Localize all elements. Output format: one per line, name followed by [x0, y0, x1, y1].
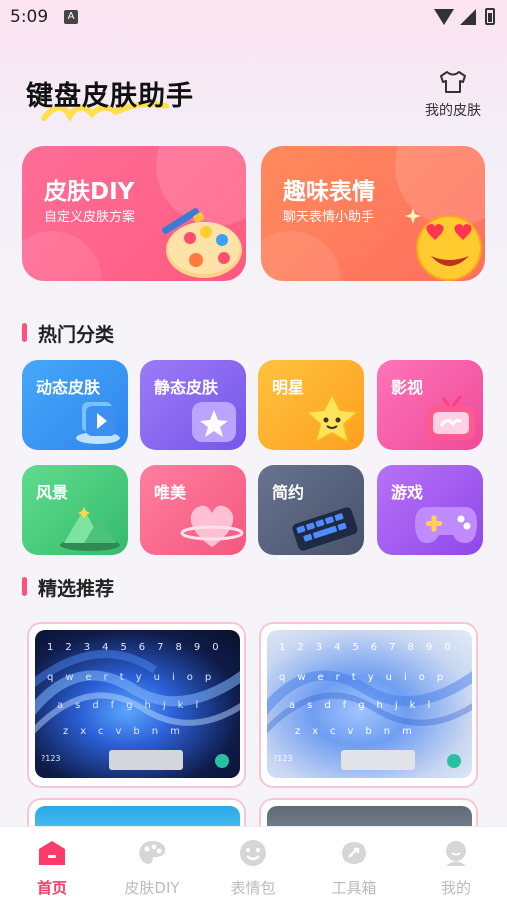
keyboard-row-letters-3: zxcvbnm [295, 726, 424, 737]
battery-icon [485, 8, 495, 25]
my-skin-label: 我的皮肤 [425, 103, 481, 119]
signal-icon [460, 9, 476, 25]
nav-label: 我的 [440, 879, 471, 897]
banner-title: 皮肤DIY [44, 179, 135, 205]
heart-eyes-emoji-icon [405, 208, 482, 281]
star-tile-icon [192, 402, 236, 442]
category-label: 明星 [272, 378, 305, 397]
palette-icon [139, 841, 166, 864]
nav-toolbox[interactable]: 工具箱 [314, 839, 394, 898]
status-time: 5:09 [10, 7, 49, 27]
app-title: 键盘皮肤助手 [26, 81, 194, 112]
nav-label: 表情包 [230, 879, 276, 897]
keyboard-row-letters-2: asdfghjkl [289, 700, 443, 711]
nav-label: 首页 [36, 879, 67, 897]
smiley-icon [240, 840, 266, 866]
app-notification-icon: A [64, 10, 78, 24]
keyboard-icon [292, 507, 358, 551]
nav-label: 工具箱 [331, 879, 377, 897]
my-skin-button[interactable]: 我的皮肤 [418, 70, 488, 120]
nav-label: 皮肤DIY [124, 879, 180, 897]
category-aesthetic[interactable]: 唯美 [140, 465, 246, 555]
keyboard-row-numbers: 1234567890 [279, 642, 463, 653]
nav-mine[interactable]: 我的 [416, 839, 496, 898]
nav-stickers[interactable]: 表情包 [213, 839, 293, 898]
toolbox-icon [342, 842, 366, 864]
nav-skin-diy[interactable]: 皮肤DIY [112, 839, 192, 898]
enter-key [447, 754, 461, 768]
smiling-star-icon [303, 391, 361, 444]
home-icon [39, 841, 65, 865]
category-static-skin[interactable]: 静态皮肤 [140, 360, 246, 450]
skin-diy-banner[interactable]: 皮肤DIY 自定义皮肤方案 [22, 146, 246, 281]
featured-card[interactable]: 1234567890 qwertyuiop asdfghjkl zxcvbnm … [27, 622, 246, 788]
tshirt-icon [440, 71, 466, 93]
category-label: 影视 [391, 378, 424, 397]
status-bar: 5:09 A [0, 0, 507, 34]
featured-card[interactable]: 1234567890 qwertyuiop asdfghjkl zxcvbnm … [259, 622, 478, 788]
banner-subtitle: 自定义皮肤方案 [44, 210, 136, 225]
symbol-key: ?123 [41, 754, 61, 763]
palette-icon [162, 208, 242, 278]
category-label: 简约 [272, 483, 305, 502]
keyboard-row-letters-1: qwertyuiop [279, 672, 456, 683]
category-minimal[interactable]: 简约 [258, 465, 364, 555]
keyboard-row-letters-2: asdfghjkl [57, 700, 211, 711]
bottom-nav: 首页 皮肤DIY 表情包 工具箱 我的 [0, 826, 507, 901]
play-cube-icon [76, 402, 120, 444]
category-dynamic-skin[interactable]: 动态皮肤 [22, 360, 128, 450]
space-key [109, 750, 183, 770]
category-star[interactable]: 明星 [258, 360, 364, 450]
category-game[interactable]: 游戏 [377, 465, 483, 555]
enter-key [215, 754, 229, 768]
symbol-key: ?123 [273, 754, 293, 763]
keyboard-row-letters-1: qwertyuiop [47, 672, 224, 683]
mountain-icon [60, 507, 120, 551]
space-key [341, 750, 415, 770]
profile-icon [446, 841, 466, 866]
keyboard-skin-preview: 1234567890 qwertyuiop asdfghjkl zxcvbnm … [267, 630, 472, 778]
nav-home[interactable]: 首页 [12, 839, 92, 898]
tv-icon [427, 395, 475, 440]
keyboard-row-numbers: 1234567890 [47, 642, 231, 653]
category-film[interactable]: 影视 [377, 360, 483, 450]
gamepad-icon [415, 507, 477, 543]
heart-icon [180, 505, 244, 547]
category-scenery[interactable]: 风景 [22, 465, 128, 555]
keyboard-row-letters-3: zxcvbnm [63, 726, 192, 737]
banner-subtitle: 聊天表情小助手 [283, 210, 375, 225]
fun-emoji-banner[interactable]: 趣味表情 聊天表情小助手 [261, 146, 485, 281]
wifi-icon [434, 9, 454, 25]
hot-categories-title: 热门分类 [22, 320, 114, 347]
keyboard-skin-preview: 1234567890 qwertyuiop asdfghjkl zxcvbnm … [35, 630, 240, 778]
banner-title: 趣味表情 [283, 179, 375, 205]
featured-title: 精选推荐 [22, 574, 114, 601]
